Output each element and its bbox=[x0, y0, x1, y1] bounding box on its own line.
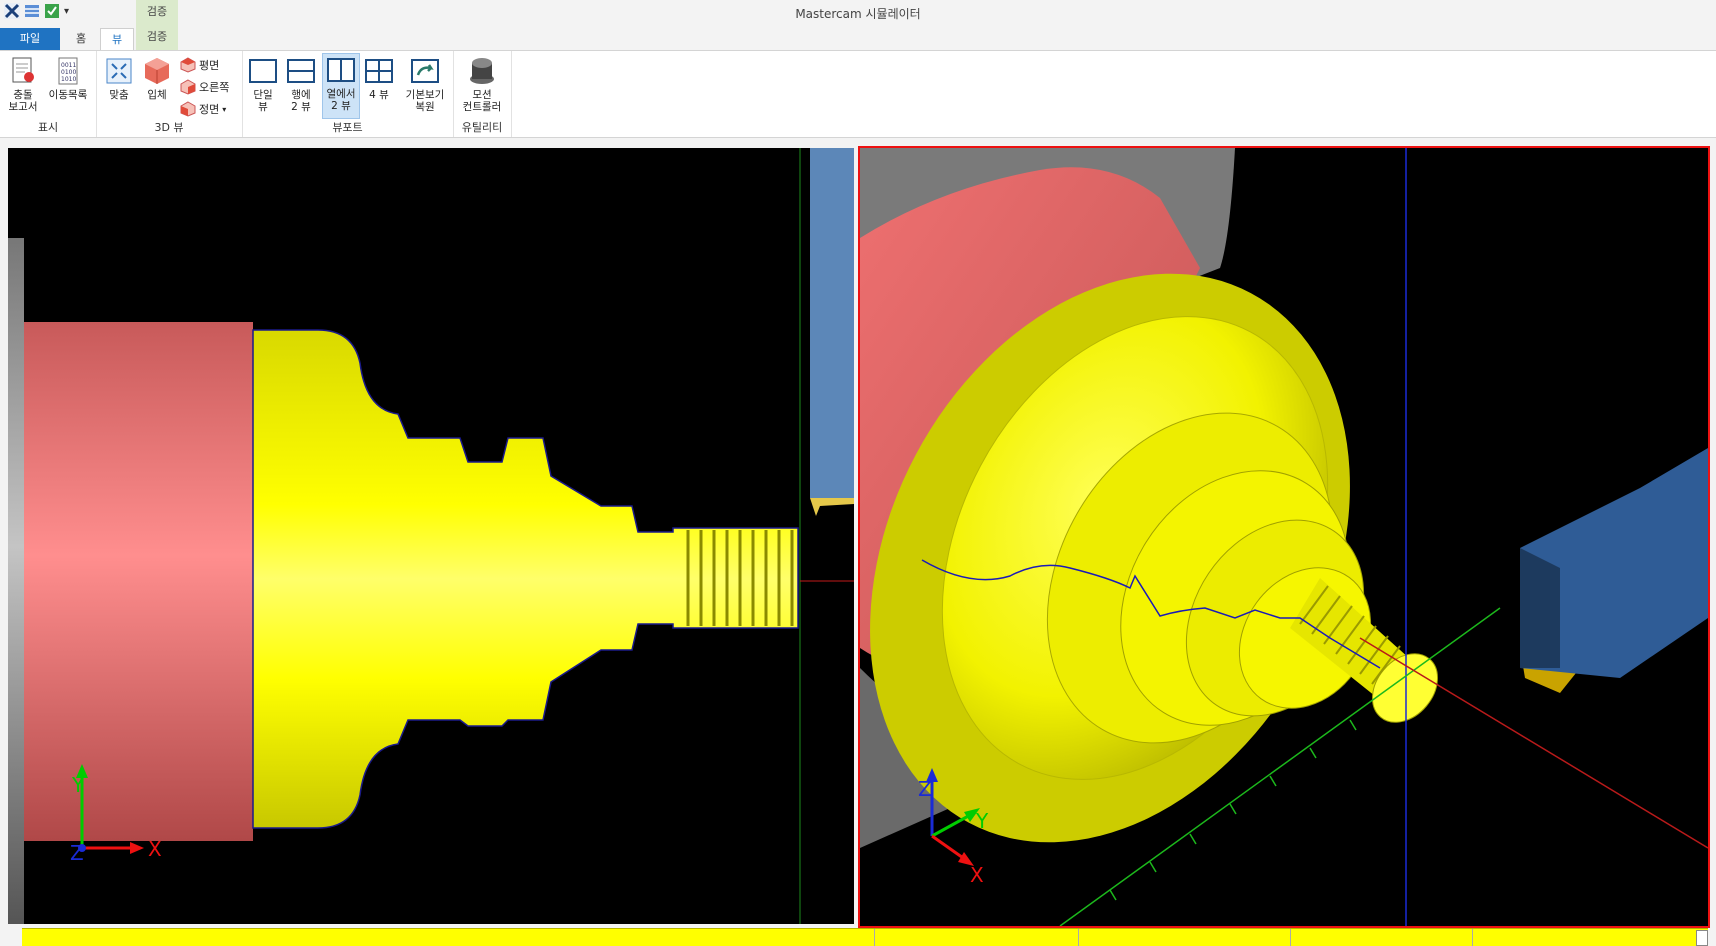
two-views-row-label2: 2 뷰 bbox=[291, 101, 311, 113]
context-tab-title: 검증 bbox=[136, 0, 178, 26]
two-views-row-button[interactable]: 행에 2 뷰 bbox=[284, 55, 318, 113]
group-viewport: 단일 뷰 행에 2 뷰 열에서 2 뷰 4 뷰 기본보기 복원 뷰포트 bbox=[242, 51, 454, 137]
stock bbox=[24, 322, 253, 841]
timeline-slider-handle[interactable] bbox=[1696, 930, 1708, 946]
restore-view-icon bbox=[411, 59, 439, 83]
single-view-label2: 뷰 bbox=[258, 101, 268, 113]
two-views-row-label1: 행에 bbox=[291, 89, 311, 101]
chuck-jaw bbox=[8, 238, 24, 924]
collision-report-label2: 보고서 bbox=[8, 101, 38, 113]
move-list-icon: 001101001010 bbox=[58, 57, 78, 85]
two-views-column-label1: 열에서 bbox=[326, 88, 356, 100]
axis-label-x: X bbox=[148, 837, 162, 861]
restore-view-label1: 기본보기 bbox=[405, 89, 445, 101]
single-view-button[interactable]: 단일 뷰 bbox=[246, 55, 280, 113]
tab-view[interactable]: 뷰 bbox=[100, 28, 134, 52]
ribbon-tabs: 파일 홈 뷰 검증 bbox=[0, 26, 1716, 52]
right-view-icon bbox=[180, 79, 196, 95]
isometric-label: 입체 bbox=[147, 89, 167, 101]
move-list-label: 이동목록 bbox=[48, 89, 88, 101]
timeline-marker bbox=[1472, 929, 1473, 946]
window-title: Mastercam 시뮬레이터 bbox=[795, 7, 921, 21]
timeline-marker bbox=[1290, 929, 1291, 946]
motion-controller-label1: 모션 bbox=[472, 89, 492, 101]
right-view-button[interactable]: 오른쪽 bbox=[180, 77, 229, 97]
fit-icon bbox=[106, 58, 132, 84]
tool-insert bbox=[810, 498, 854, 516]
iso-tool-side bbox=[1520, 548, 1560, 668]
move-list-button[interactable]: 0011 0100 1010 이동목록 bbox=[44, 55, 92, 101]
front-view-button[interactable]: 정면 ▾ bbox=[180, 99, 226, 119]
motion-controller-button[interactable]: 모션 컨트롤러 bbox=[455, 55, 509, 113]
fit-button[interactable]: 맞춤 bbox=[102, 55, 136, 101]
machined-part bbox=[252, 329, 799, 829]
collision-report-label1: 충돌 bbox=[13, 89, 33, 101]
single-view-icon bbox=[249, 59, 277, 83]
right-view-label: 오른쪽 bbox=[199, 81, 230, 94]
isometric-button[interactable]: 입체 bbox=[140, 55, 174, 101]
group-3d-view: 맞춤 입체 평면 오른쪽 정면 ▾ 3D 뷰 bbox=[96, 51, 243, 137]
svg-text:1010: 1010 bbox=[61, 76, 76, 83]
tab-file[interactable]: 파일 bbox=[0, 28, 60, 50]
ribbon: 충돌 보고서 0011 0100 1010 이동목록 표시 맞춤 입체 평면 오른쪽… bbox=[0, 50, 1716, 138]
group-display-label: 표시 bbox=[37, 121, 59, 134]
fit-label: 맞춤 bbox=[109, 89, 129, 101]
group-display: 충돌 보고서 0011 0100 1010 이동목록 표시 bbox=[0, 51, 97, 137]
restore-view-label2: 복원 bbox=[415, 101, 435, 113]
tab-verify[interactable]: 검증 bbox=[136, 26, 178, 50]
four-views-icon bbox=[365, 59, 393, 83]
simulation-timeline[interactable] bbox=[22, 928, 1708, 946]
axis-label-z: Z bbox=[70, 841, 84, 865]
viewport-front[interactable]: Y Z X bbox=[8, 148, 854, 924]
top-view-button[interactable]: 평면 bbox=[180, 55, 219, 75]
four-views-button[interactable]: 4 뷰 bbox=[362, 55, 396, 101]
axis-label-y-right: Y bbox=[975, 809, 989, 833]
top-view-icon bbox=[180, 57, 196, 73]
group-utility-label: 유틸리티 bbox=[461, 121, 503, 134]
front-view-dropdown-icon[interactable]: ▾ bbox=[222, 105, 226, 114]
front-view-icon bbox=[180, 101, 196, 117]
axis-label-y: Y bbox=[71, 773, 85, 797]
turning-tool bbox=[810, 148, 854, 498]
single-view-label1: 단일 bbox=[253, 89, 273, 101]
isometric-view-canvas: Z Y X bbox=[860, 148, 1708, 926]
front-view-label: 정면 bbox=[199, 103, 220, 116]
two-views-column-icon bbox=[327, 58, 355, 82]
viewport-isometric[interactable]: Z Y X bbox=[858, 146, 1710, 928]
group-utility: 모션 컨트롤러 유틸리티 bbox=[453, 51, 512, 137]
collision-report-button[interactable]: 충돌 보고서 bbox=[4, 55, 42, 113]
cube-icon bbox=[145, 58, 169, 84]
top-view-label: 평면 bbox=[199, 59, 220, 72]
group-3d-view-label: 3D 뷰 bbox=[154, 121, 184, 134]
svg-text:0011: 0011 bbox=[61, 62, 76, 69]
two-views-row-icon bbox=[287, 59, 315, 83]
motion-controller-icon bbox=[470, 58, 494, 84]
front-view-canvas: Y Z X bbox=[8, 148, 854, 924]
four-views-label: 4 뷰 bbox=[369, 89, 389, 101]
two-views-column-label2: 2 뷰 bbox=[331, 100, 351, 112]
two-views-column-button[interactable]: 열에서 2 뷰 bbox=[322, 53, 360, 119]
restore-default-view-button[interactable]: 기본보기 복원 bbox=[400, 55, 450, 113]
collision-report-icon bbox=[12, 57, 34, 83]
tab-home[interactable]: 홈 bbox=[66, 28, 96, 50]
group-viewport-label: 뷰포트 bbox=[332, 121, 363, 134]
timeline-marker bbox=[874, 929, 875, 946]
axis-label-x-right: X bbox=[970, 863, 984, 887]
svg-text:0100: 0100 bbox=[61, 69, 76, 76]
axis-label-z-right: Z bbox=[918, 777, 932, 801]
motion-controller-label2: 컨트롤러 bbox=[462, 101, 502, 113]
title-bar: ▾ Mastercam 시뮬레이터 bbox=[0, 0, 1716, 26]
timeline-marker bbox=[1078, 929, 1079, 946]
